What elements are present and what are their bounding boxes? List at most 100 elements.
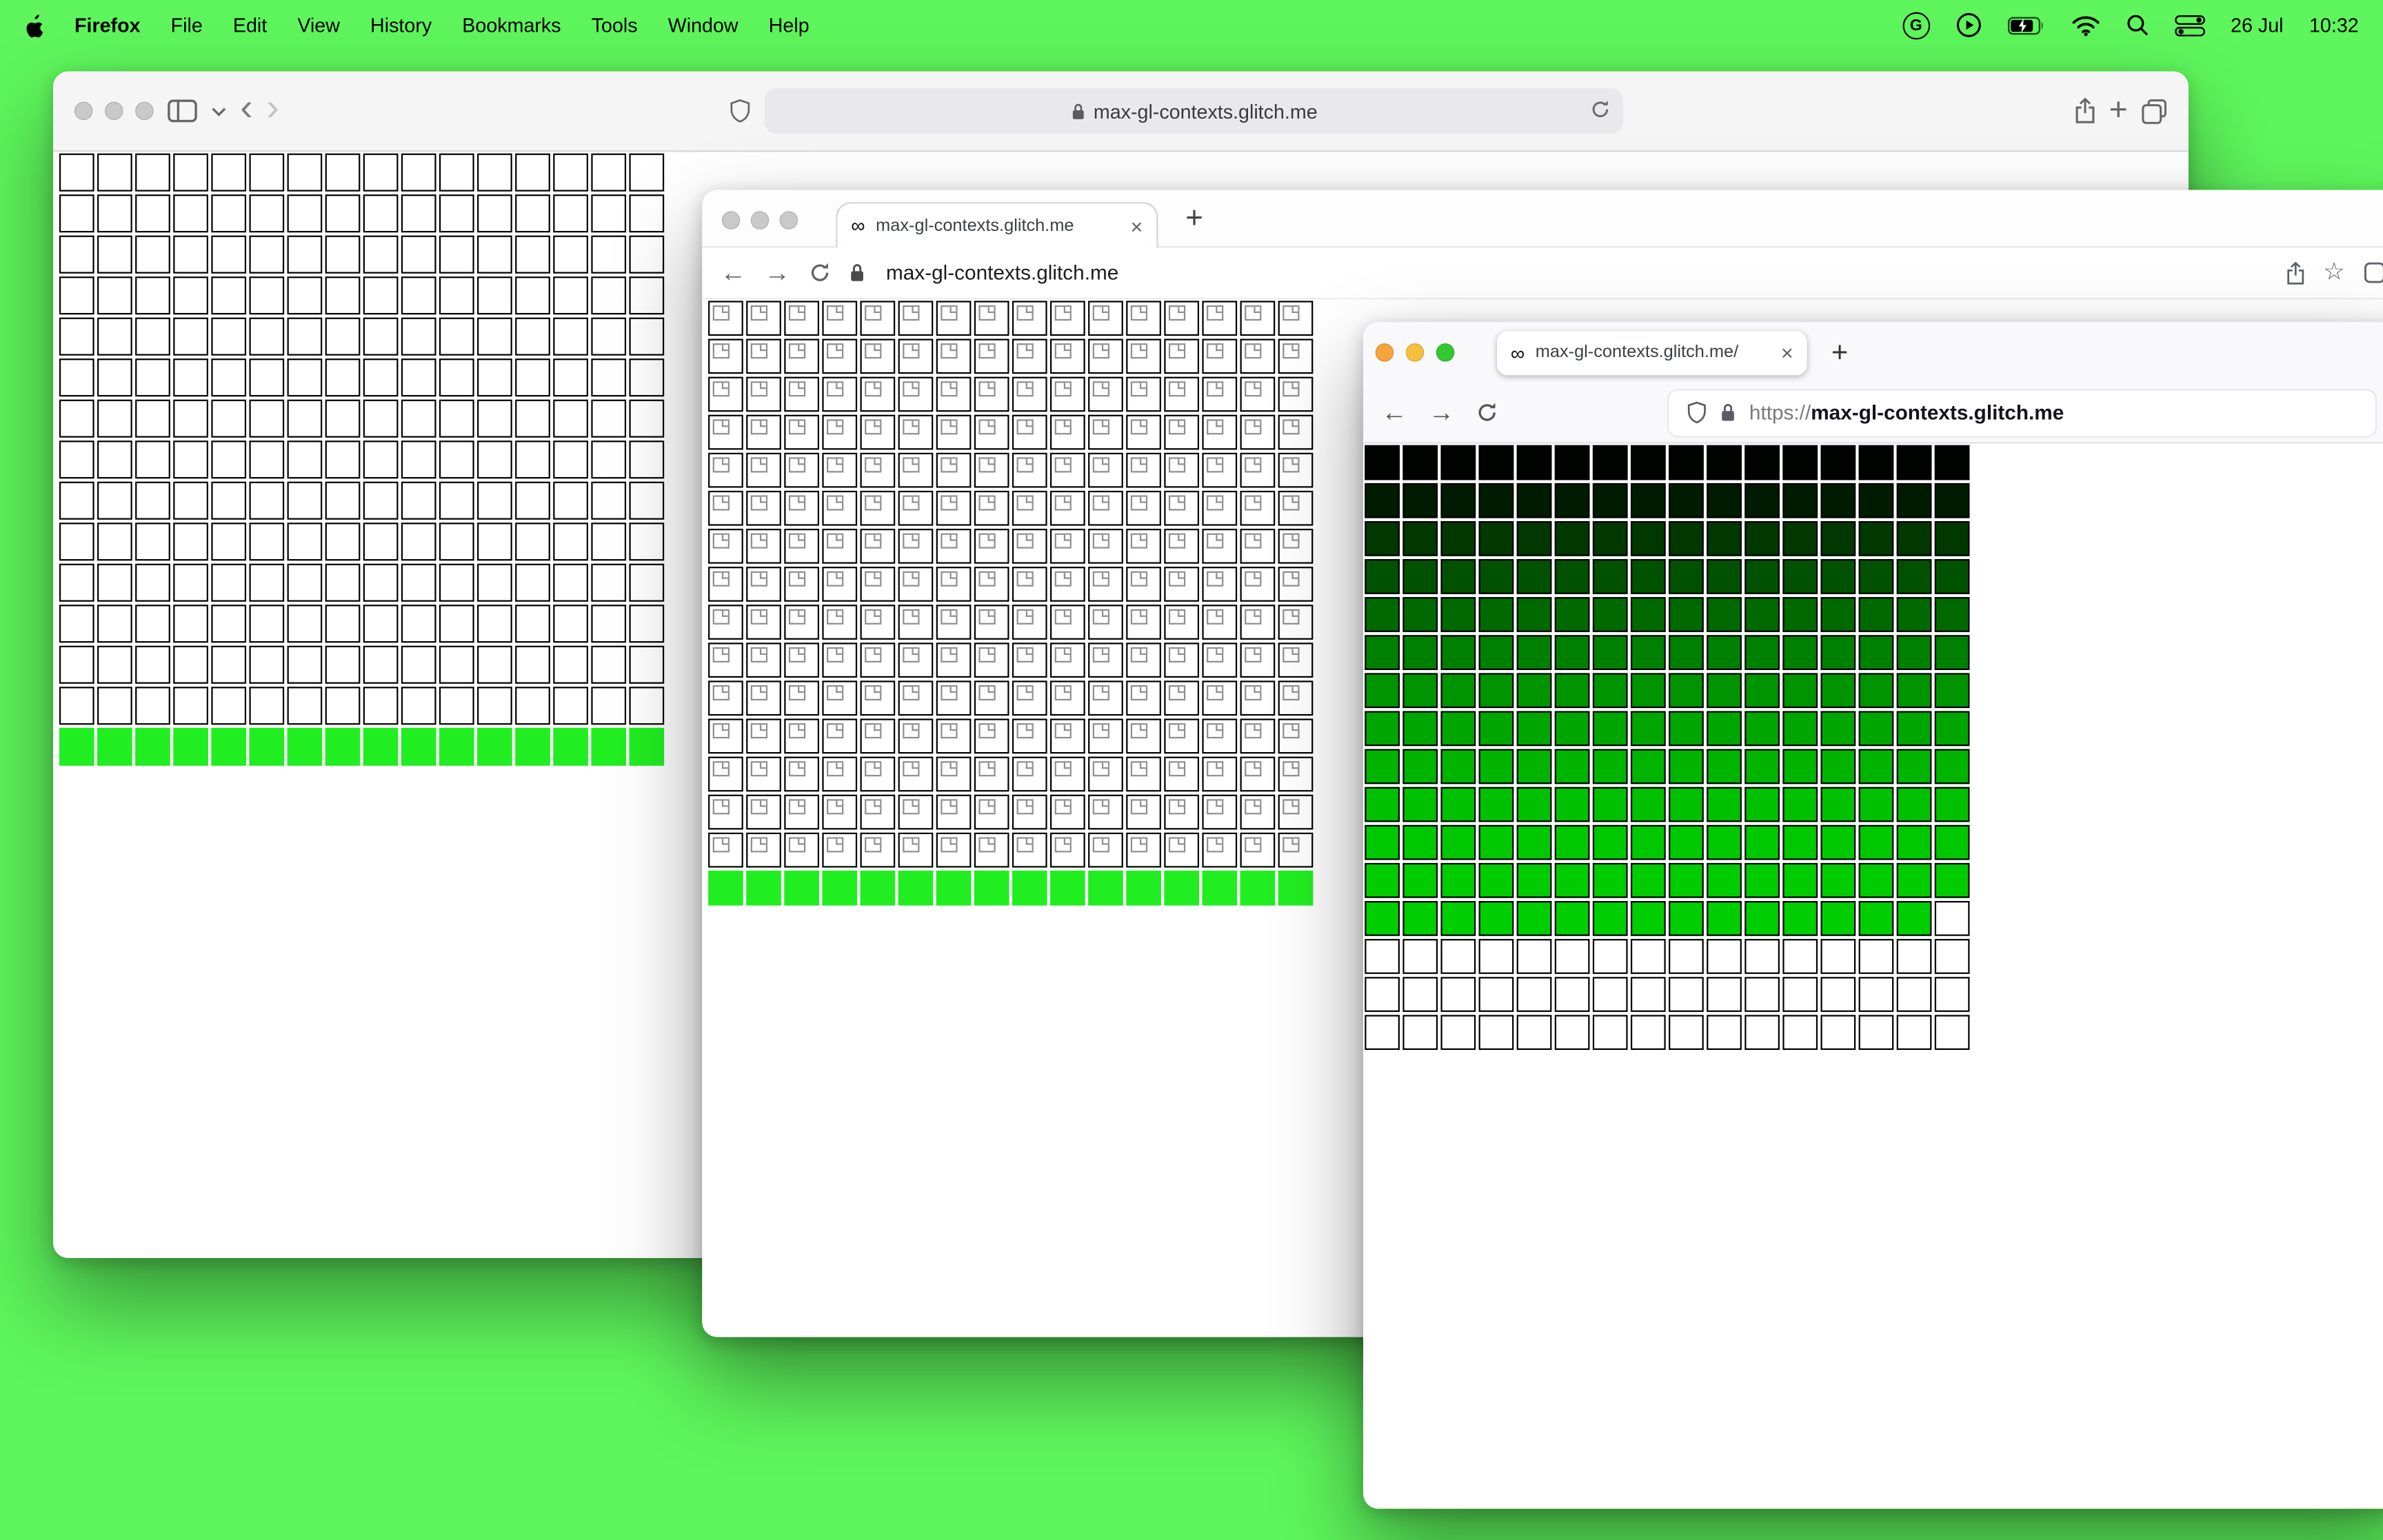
close-button[interactable] — [721, 210, 741, 229]
back-icon[interactable]: ← — [721, 260, 746, 285]
canvas-tile — [784, 376, 819, 412]
tab[interactable]: ∞ max-gl-contexts.glitch.me/ × — [1497, 330, 1807, 375]
canvas-tile — [746, 529, 781, 564]
menubar-date[interactable]: 26 Jul — [2231, 14, 2283, 37]
bookmark-star-icon[interactable]: ☆ — [2323, 260, 2345, 285]
menu-help[interactable]: Help — [769, 14, 810, 37]
back-icon[interactable]: ← — [1382, 400, 1407, 425]
canvas-tile — [860, 490, 896, 526]
battery-icon[interactable] — [2007, 16, 2045, 34]
sidebar-icon[interactable] — [167, 99, 197, 123]
canvas-tile — [1782, 862, 1818, 898]
lock-icon[interactable] — [1720, 403, 1736, 423]
zoom-button[interactable] — [135, 101, 154, 121]
forward-icon[interactable]: › — [266, 89, 279, 128]
canvas-tile — [746, 301, 781, 336]
reload-icon[interactable] — [1590, 99, 1611, 120]
canvas-tile — [1050, 680, 1085, 716]
close-button[interactable] — [74, 101, 93, 121]
canvas-tile — [974, 414, 1009, 450]
broken-image-icon — [1283, 457, 1300, 473]
canvas-tile — [1592, 749, 1628, 784]
canvas-tile — [515, 727, 550, 766]
canvas-tile — [1365, 445, 1400, 480]
minimize-button[interactable] — [105, 101, 123, 121]
canvas-tile — [1592, 977, 1628, 1012]
canvas-tile — [591, 481, 627, 520]
chevron-down-icon[interactable] — [211, 105, 226, 116]
minimize-button[interactable] — [1405, 343, 1425, 362]
canvas-tile — [135, 523, 170, 561]
url-bar[interactable]: max-gl-contexts.glitch.me — [765, 88, 1624, 134]
canvas-tile — [1934, 824, 1970, 860]
menu-window[interactable]: Window — [668, 14, 738, 37]
broken-image-icon — [1283, 799, 1300, 815]
forward-icon[interactable]: → — [765, 260, 790, 285]
new-tab-icon[interactable]: + — [1831, 338, 1848, 367]
apple-menu-icon[interactable] — [24, 13, 44, 37]
canvas-row — [1365, 520, 2383, 556]
lock-icon[interactable] — [849, 263, 865, 283]
canvas-tile — [1240, 718, 1276, 754]
back-icon[interactable]: ‹ — [240, 89, 252, 128]
canvas-tile — [591, 235, 627, 274]
spotlight-icon[interactable] — [2126, 14, 2149, 37]
canvas-row — [59, 153, 2189, 192]
canvas-tile — [591, 153, 627, 192]
broken-image-icon — [1207, 571, 1224, 587]
menu-file[interactable]: File — [171, 14, 203, 37]
canvas-tile — [1896, 597, 1932, 632]
forward-icon[interactable]: → — [1429, 400, 1454, 425]
canvas-tile — [1164, 870, 1200, 906]
broken-image-icon — [827, 457, 844, 473]
menu-view[interactable]: View — [297, 14, 340, 37]
wifi-icon[interactable] — [2071, 14, 2100, 36]
new-tab-icon[interactable]: + — [2109, 94, 2128, 125]
menu-edit[interactable]: Edit — [233, 14, 267, 37]
canvas-tile — [1782, 977, 1818, 1012]
tab[interactable]: ∞ max-gl-contexts.glitch.me × — [836, 202, 1158, 248]
menu-tools[interactable]: Tools — [592, 14, 638, 37]
control-center-icon[interactable] — [2174, 14, 2205, 36]
canvas-tile — [1088, 490, 1123, 526]
app-menu-firefox[interactable]: Firefox — [74, 14, 141, 37]
close-button[interactable] — [1375, 343, 1394, 362]
canvas-tile — [401, 687, 436, 725]
extensions-icon[interactable] — [2363, 261, 2383, 284]
new-tab-icon[interactable]: + — [1185, 203, 1203, 233]
share-icon[interactable] — [2285, 261, 2305, 285]
canvas-tile — [1088, 794, 1123, 830]
reload-icon[interactable] — [809, 261, 832, 284]
close-tab-icon[interactable]: × — [1781, 342, 1793, 363]
menu-bookmarks[interactable]: Bookmarks — [462, 14, 561, 37]
privacy-shield-icon[interactable] — [730, 99, 751, 123]
broken-image-icon — [750, 723, 768, 739]
broken-image-icon — [978, 571, 996, 587]
zoom-button[interactable] — [779, 210, 798, 229]
zoom-button[interactable] — [1436, 343, 1455, 362]
tracking-shield-icon[interactable] — [1687, 401, 1707, 424]
canvas-tile — [1278, 605, 1314, 640]
share-icon[interactable] — [2074, 97, 2095, 125]
broken-image-icon — [1016, 837, 1034, 853]
canvas-tile — [591, 317, 627, 356]
minimize-button[interactable] — [750, 210, 770, 229]
canvas-tile — [1050, 529, 1085, 564]
tab-overview-icon[interactable] — [2142, 98, 2167, 123]
canvas-tile — [515, 235, 550, 274]
reload-icon[interactable] — [1476, 401, 1498, 424]
media-play-icon[interactable] — [1955, 12, 1981, 38]
infinity-favicon: ∞ — [851, 214, 865, 237]
broken-image-icon — [712, 799, 730, 815]
url-text[interactable]: max-gl-contexts.glitch.me — [886, 261, 1118, 284]
menubar-time[interactable]: 10:32 — [2309, 14, 2359, 37]
canvas-tile — [1478, 749, 1514, 784]
canvas-tile — [1202, 301, 1238, 336]
url-bar[interactable]: https://max-gl-contexts.glitch.me — [1669, 389, 2375, 436]
broken-image-icon — [1168, 723, 1186, 739]
broken-image-icon — [903, 647, 920, 662]
menu-history[interactable]: History — [370, 14, 432, 37]
close-tab-icon[interactable]: × — [1130, 215, 1143, 236]
grammarly-icon[interactable]: G — [1902, 11, 1930, 39]
canvas-tile — [860, 567, 896, 602]
